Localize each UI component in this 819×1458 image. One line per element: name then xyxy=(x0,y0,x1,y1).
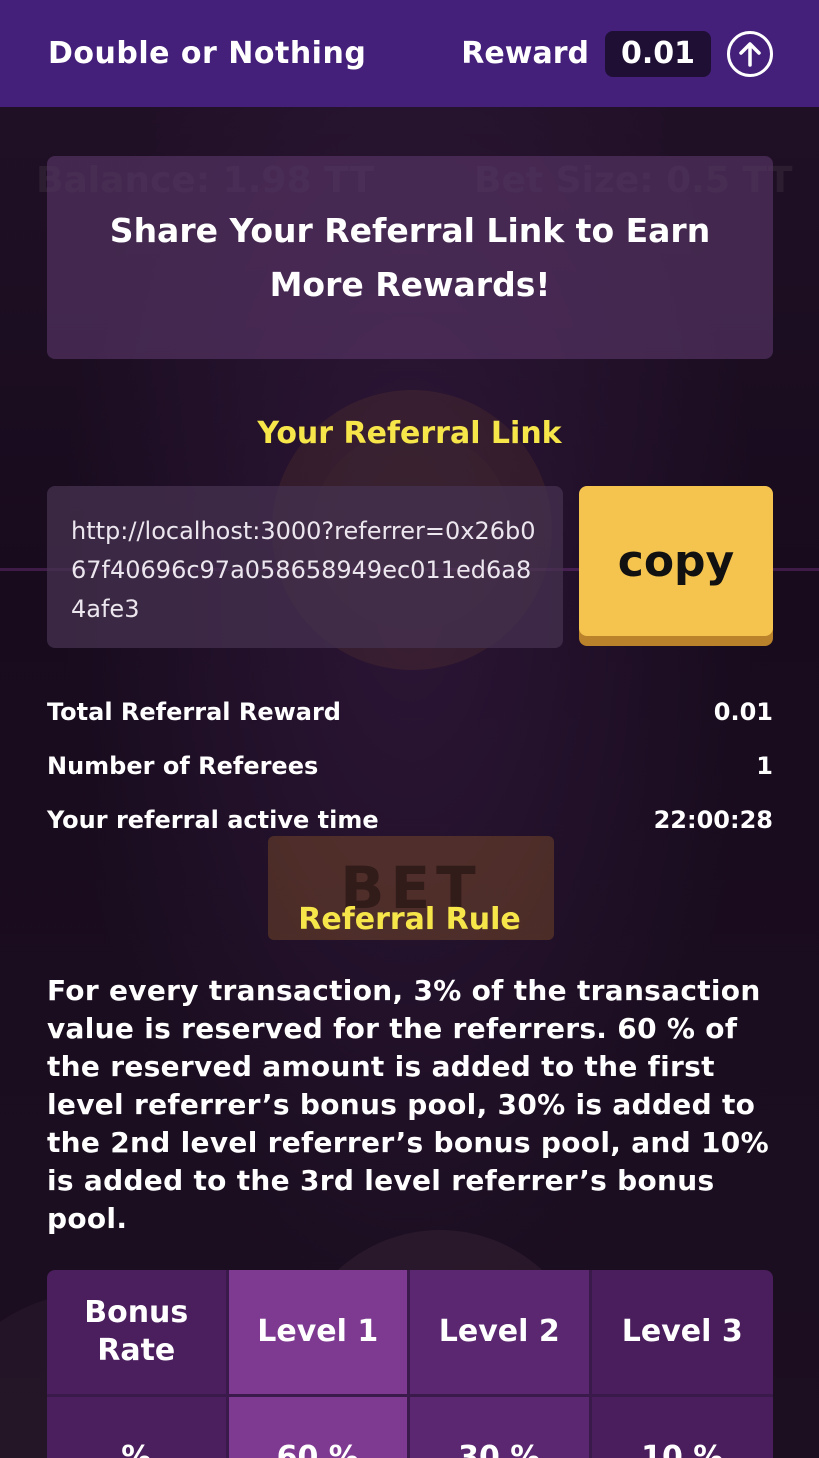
table-cell: 60 % xyxy=(228,1397,410,1458)
stat-label: Total Referral Reward xyxy=(47,698,341,726)
stat-total-referral-reward: Total Referral Reward 0.01 xyxy=(47,692,773,732)
top-header: Double or Nothing Reward 0.01 xyxy=(0,0,819,107)
stat-value: 22:00:28 xyxy=(653,806,773,834)
stat-number-of-referees: Number of Referees 1 xyxy=(47,746,773,786)
referral-link-field[interactable]: http://localhost:3000?referrer=0x26b067f… xyxy=(47,486,563,648)
referral-banner: Share Your Referral Link to Earn More Re… xyxy=(47,156,773,359)
reward-label: Reward xyxy=(461,36,589,71)
table-header-cell: Bonus Rate xyxy=(47,1270,229,1397)
referral-rule-text: For every transaction, 3% of the transac… xyxy=(47,974,769,1235)
stat-label: Your referral active time xyxy=(47,806,379,834)
stat-value: 0.01 xyxy=(713,698,773,726)
banner-text: Share Your Referral Link to Earn More Re… xyxy=(109,210,711,304)
table-header-cell: Level 1 xyxy=(228,1270,410,1397)
stat-referral-active-time: Your referral active time 22:00:28 xyxy=(47,800,773,840)
app-title: Double or Nothing xyxy=(48,36,367,71)
arrow-up-circle-icon[interactable] xyxy=(727,30,773,77)
table-cell: 30 % xyxy=(410,1397,592,1458)
reward-area: Reward 0.01 xyxy=(461,30,773,77)
table-cell: % xyxy=(47,1397,229,1458)
stat-value: 1 xyxy=(756,752,773,780)
stat-label: Number of Referees xyxy=(47,752,319,780)
referral-rule-title: Referral Rule xyxy=(298,902,521,937)
bonus-rate-table: Bonus Rate Level 1 Level 2 Level 3 % 60 … xyxy=(47,1270,773,1458)
table-row: % 60 % 30 % 10 % xyxy=(47,1397,773,1458)
reward-value: 0.01 xyxy=(604,30,711,77)
table-header-cell: Level 3 xyxy=(591,1270,773,1397)
copy-button[interactable]: copy xyxy=(579,486,773,636)
table-header-cell: Level 2 xyxy=(410,1270,592,1397)
referral-page: Balance: 1.98 TT Bet Size: 0.5 TT BET Do… xyxy=(0,0,819,1458)
table-cell: 10 % xyxy=(591,1397,773,1458)
table-header-row: Bonus Rate Level 1 Level 2 Level 3 xyxy=(47,1270,773,1397)
referral-link-title: Your Referral Link xyxy=(257,416,562,451)
